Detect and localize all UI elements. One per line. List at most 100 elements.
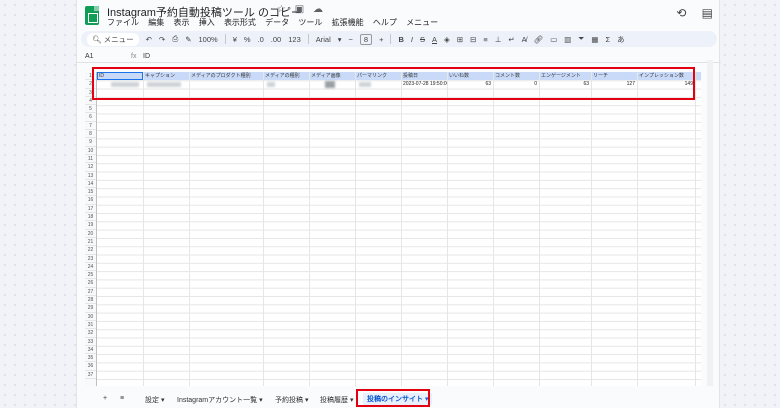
bold-icon[interactable]: B: [398, 35, 403, 44]
chart-icon[interactable]: ▥: [564, 35, 571, 44]
functions-icon[interactable]: Σ: [605, 35, 610, 44]
text-wrap-icon[interactable]: ↵: [508, 35, 514, 44]
strikethrough-icon[interactable]: S: [420, 35, 425, 44]
row-number[interactable]: 29: [85, 304, 96, 313]
row-number[interactable]: 23: [85, 255, 96, 263]
row-number[interactable]: 20: [85, 230, 96, 238]
fill-color-icon[interactable]: ◈: [444, 35, 450, 44]
sheet-tab-accounts[interactable]: Instagramアカウント一覧 ▾: [177, 395, 263, 405]
row-number[interactable]: 8: [85, 130, 96, 139]
row-number[interactable]: 30: [85, 313, 96, 321]
decrease-decimal-button[interactable]: .0: [258, 35, 264, 44]
filter-views-icon[interactable]: ▦: [591, 35, 598, 44]
row-number[interactable]: 6: [85, 113, 96, 122]
italic-icon[interactable]: I: [411, 35, 413, 44]
row-number[interactable]: 28: [85, 296, 96, 305]
row-number[interactable]: 36: [85, 362, 96, 371]
column-divider: [493, 72, 494, 386]
comment-icon[interactable]: ▭: [550, 35, 557, 44]
formula-input[interactable]: ID: [143, 53, 150, 60]
sheet-tab-settings[interactable]: 設定 ▾: [145, 395, 164, 405]
row-number[interactable]: 12: [85, 163, 96, 172]
row-number[interactable]: 31: [85, 321, 96, 330]
borders-icon[interactable]: ⊞: [457, 35, 463, 44]
row-number[interactable]: 27: [85, 288, 96, 297]
sheets-logo-icon[interactable]: [85, 6, 99, 25]
text-color-icon[interactable]: A: [432, 35, 437, 44]
row-number[interactable]: 14: [85, 180, 96, 189]
row-number[interactable]: 7: [85, 122, 96, 131]
sheet-tab-history[interactable]: 投稿履歴 ▾: [320, 395, 353, 405]
row-number[interactable]: 10: [85, 147, 96, 155]
column-divider: [695, 72, 696, 386]
menu-view[interactable]: 表示: [173, 18, 189, 27]
menu-extensions[interactable]: 拡張機能: [332, 18, 364, 27]
row-number[interactable]: 19: [85, 221, 96, 230]
menu-insert[interactable]: 挿入: [199, 18, 215, 27]
row-number[interactable]: 18: [85, 213, 96, 222]
row-number[interactable]: 34: [85, 346, 96, 355]
menu-bar: ファイル 編集 表示 挿入 表示形式 データ ツール 拡張機能 ヘルプ メニュー: [107, 17, 445, 28]
name-box[interactable]: A1: [85, 53, 94, 60]
menu-format[interactable]: 表示形式: [224, 18, 256, 27]
star-icon[interactable]: ☆: [277, 4, 286, 15]
percent-button[interactable]: %: [244, 35, 251, 44]
row-number[interactable]: 5: [85, 105, 96, 114]
menu-file[interactable]: ファイル: [107, 18, 139, 27]
input-tools-icon[interactable]: あ: [617, 34, 625, 45]
row-number[interactable]: 35: [85, 354, 96, 363]
link-icon[interactable]: 🔗︎: [534, 35, 544, 44]
comments-icon[interactable]: ▤: [702, 6, 713, 20]
zoom-select[interactable]: 100%: [199, 35, 218, 44]
row-number[interactable]: 25: [85, 271, 96, 280]
all-sheets-button[interactable]: ≡: [120, 395, 124, 402]
row-number[interactable]: 22: [85, 246, 96, 255]
add-sheet-button[interactable]: +: [103, 395, 107, 402]
row-number[interactable]: 24: [85, 263, 96, 272]
row-number[interactable]: 9: [85, 138, 96, 147]
row-number[interactable]: 13: [85, 172, 96, 180]
top-right-actions: ⟲ ▤: [664, 6, 713, 20]
undo-icon[interactable]: ↶: [146, 35, 152, 44]
row-number[interactable]: 32: [85, 329, 96, 338]
sheet-grid[interactable]: 1 2 3 4 5 6 7 8 9 10 11 12 13 14 15 16 17 18 19 20 21 22 23 24 2…: [85, 72, 701, 386]
history-icon[interactable]: ⟲: [676, 6, 686, 20]
row-number[interactable]: 21: [85, 238, 96, 247]
font-select[interactable]: Arial: [316, 35, 331, 44]
row-number[interactable]: 11: [85, 155, 96, 164]
currency-button[interactable]: ¥: [233, 35, 237, 44]
font-size-input[interactable]: 8: [359, 33, 373, 45]
chevron-down-icon[interactable]: ▾: [338, 35, 342, 44]
row-number[interactable]: 17: [85, 205, 96, 214]
menu-edit[interactable]: 編集: [148, 18, 164, 27]
row-number[interactable]: 15: [85, 188, 96, 197]
menu-search[interactable]: 🔍︎ メニュー: [87, 32, 139, 46]
row-number[interactable]: 26: [85, 279, 96, 288]
cloud-status-icon[interactable]: ☁: [313, 4, 323, 15]
row-number[interactable]: 37: [85, 371, 96, 379]
increase-decimal-button[interactable]: .00: [271, 35, 281, 44]
column-divider: [401, 72, 402, 386]
font-size-increase[interactable]: +: [379, 35, 383, 44]
align-horizontal-icon[interactable]: ≡: [483, 35, 487, 44]
vertical-scrollbar[interactable]: [707, 60, 713, 386]
merge-cells-icon[interactable]: ⊟: [470, 35, 476, 44]
menu-tools[interactable]: ツール: [298, 18, 322, 27]
text-rotate-icon[interactable]: A̸: [522, 35, 527, 44]
sheet-tab-scheduled[interactable]: 予約投稿 ▾: [275, 395, 308, 405]
align-vertical-icon[interactable]: ⊥: [495, 35, 502, 44]
sheet-tab-label: Instagramアカウント一覧: [177, 397, 258, 404]
menu-data[interactable]: データ: [265, 18, 289, 27]
print-icon[interactable]: ⎙: [172, 34, 178, 44]
cell-area[interactable]: [97, 72, 701, 386]
row-number[interactable]: 16: [85, 196, 96, 205]
font-size-decrease[interactable]: −: [349, 35, 353, 44]
move-folder-icon[interactable]: ▣: [295, 4, 304, 15]
menu-help[interactable]: ヘルプ: [373, 18, 397, 27]
row-number[interactable]: 33: [85, 338, 96, 346]
paint-format-icon[interactable]: ✎: [185, 35, 191, 44]
menu-custom[interactable]: メニュー: [406, 18, 438, 27]
redo-icon[interactable]: ↷: [159, 35, 165, 44]
more-formats-button[interactable]: 123: [288, 35, 301, 44]
filter-icon[interactable]: ⏷: [578, 34, 584, 44]
